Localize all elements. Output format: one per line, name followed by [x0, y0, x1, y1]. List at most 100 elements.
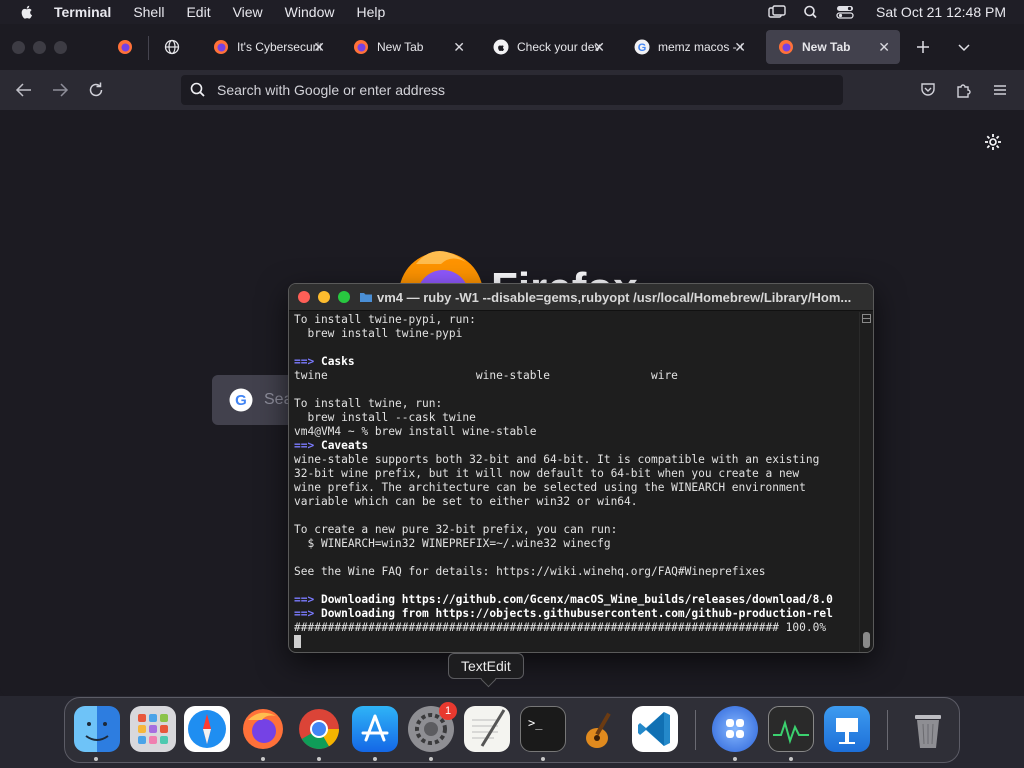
- menu-bar: Terminal Shell Edit View Window Help Sat…: [0, 0, 1024, 24]
- dock-textedit-icon[interactable]: [464, 706, 510, 752]
- dock-utm-icon[interactable]: [712, 706, 758, 752]
- dock-vscode-icon[interactable]: [632, 706, 678, 752]
- spotlight-search-icon[interactable]: [802, 5, 820, 19]
- scrollbar-thumb[interactable]: [863, 632, 870, 648]
- arrow-prefix: ==>: [294, 439, 321, 452]
- running-indicator: [789, 757, 793, 761]
- dock-chrome-icon[interactable]: [296, 706, 342, 752]
- terminal-title-bar[interactable]: vm4 — ruby -W1 --disable=gems,rubyopt /u…: [289, 284, 873, 311]
- terminal-prompt-line: [294, 635, 854, 650]
- terminal-line: To create a new pure 32-bit prefix, you …: [294, 523, 618, 536]
- terminal-line: twine wine-stable wire: [294, 369, 678, 382]
- terminal-zoom-button[interactable]: [338, 291, 350, 303]
- dock-tooltip: TextEdit: [448, 653, 524, 679]
- gear-icon[interactable]: [983, 132, 1003, 152]
- hamburger-menu-icon[interactable]: [991, 81, 1009, 99]
- close-tab-icon[interactable]: ✕: [313, 39, 325, 56]
- screen-mirroring-icon[interactable]: [768, 5, 786, 19]
- dock-firefox-icon[interactable]: [240, 706, 286, 752]
- terminal-line: 32-bit wine prefix, but it will now defa…: [294, 467, 800, 480]
- tab-divider: [148, 36, 149, 60]
- dock-separator: [695, 710, 696, 750]
- close-tab-icon[interactable]: ✕: [878, 39, 890, 56]
- terminal-minimize-button[interactable]: [318, 291, 330, 303]
- terminal-output[interactable]: To install twine-pypi, run: brew install…: [294, 313, 854, 651]
- list-all-tabs-chevron-icon[interactable]: [956, 39, 972, 55]
- section-heading: Casks: [320, 355, 355, 368]
- svg-text:>_: >_: [528, 716, 543, 730]
- tab-new-tab-active[interactable]: New Tab ✕: [766, 30, 900, 64]
- text-cursor: [294, 635, 301, 648]
- tab-memz-macos[interactable]: G memz macos - Google ✕: [622, 30, 756, 64]
- back-arrow-icon[interactable]: [14, 80, 34, 100]
- zoom-window-button[interactable]: [54, 41, 67, 54]
- close-tab-icon[interactable]: ✕: [453, 39, 465, 56]
- tab-strip: It's Cybersecurity ✕ New Tab ✕ Check you…: [0, 24, 1024, 70]
- firefox-icon: [214, 40, 228, 54]
- dock-activity-monitor-icon[interactable]: [768, 706, 814, 752]
- terminal-scrollbar[interactable]: [859, 312, 872, 652]
- globe-icon: [164, 39, 180, 55]
- arrow-prefix: ==>: [294, 355, 321, 368]
- dock-safari-icon[interactable]: [184, 706, 230, 752]
- menu-window[interactable]: Window: [285, 4, 335, 20]
- pocket-icon[interactable]: [919, 81, 937, 99]
- menu-help[interactable]: Help: [356, 4, 385, 20]
- close-tab-icon[interactable]: ✕: [593, 39, 605, 56]
- tab-title: It's Cybersecurity: [237, 40, 321, 54]
- dock-app-store-icon[interactable]: [352, 706, 398, 752]
- scroll-split-icon[interactable]: [862, 314, 871, 323]
- terminal-close-button[interactable]: [298, 291, 310, 303]
- pinned-tab-globe[interactable]: [157, 32, 187, 62]
- running-indicator: [373, 757, 377, 761]
- svg-text:G: G: [638, 42, 647, 54]
- tab-new-tab[interactable]: New Tab ✕: [341, 30, 475, 64]
- address-bar[interactable]: [181, 75, 843, 105]
- google-icon: G: [229, 388, 253, 412]
- dock-launchpad-icon[interactable]: [130, 706, 176, 752]
- tab-cybersecurity[interactable]: It's Cybersecurity ✕: [201, 30, 335, 64]
- running-indicator: [429, 757, 433, 761]
- terminal-line: wine prefix. The architecture can be sel…: [294, 481, 806, 494]
- apple-menu-icon[interactable]: [19, 4, 35, 20]
- menubar-clock[interactable]: Sat Oct 21 12:48 PM: [876, 4, 1006, 20]
- new-tab-plus-icon[interactable]: [915, 39, 931, 55]
- menu-shell[interactable]: Shell: [133, 4, 164, 20]
- reload-icon[interactable]: [86, 80, 106, 100]
- terminal-line: ==> Downloading https://github.com/Gcenx…: [294, 593, 854, 607]
- section-heading: Downloading https://github.com/Gcenx/mac…: [320, 593, 833, 606]
- terminal-line: To install twine, run:: [294, 397, 443, 410]
- tab-title: Check your device: [517, 40, 601, 54]
- minimize-window-button[interactable]: [33, 41, 46, 54]
- close-window-button[interactable]: [12, 41, 25, 54]
- url-input[interactable]: [217, 82, 817, 98]
- extensions-puzzle-icon[interactable]: [955, 81, 973, 99]
- terminal-line: brew install --cask twine: [294, 411, 476, 424]
- terminal-line: wine-stable supports both 32-bit and 64-…: [294, 453, 820, 466]
- dock-garageband-icon[interactable]: [577, 706, 623, 752]
- tab-title: New Tab: [377, 40, 424, 54]
- terminal-line: See the Wine FAQ for details: https://wi…: [294, 565, 766, 578]
- dock-trash-icon[interactable]: [905, 706, 951, 752]
- menu-edit[interactable]: Edit: [186, 4, 210, 20]
- terminal-window[interactable]: vm4 — ruby -W1 --disable=gems,rubyopt /u…: [288, 283, 874, 653]
- firefox-icon: [354, 40, 368, 54]
- dock-finder-icon[interactable]: [74, 706, 120, 752]
- tab-check-device[interactable]: Check your device ✕: [481, 30, 615, 64]
- dock-keynote-icon[interactable]: [824, 706, 870, 752]
- forward-arrow-icon[interactable]: [50, 80, 70, 100]
- menu-app-name[interactable]: Terminal: [54, 4, 111, 20]
- control-center-icon[interactable]: [836, 5, 854, 19]
- window-controls: [12, 41, 67, 54]
- firefox-icon: [779, 40, 793, 54]
- close-tab-icon[interactable]: ✕: [734, 39, 746, 56]
- pinned-tab-firefox[interactable]: [110, 32, 140, 62]
- menu-view[interactable]: View: [233, 4, 263, 20]
- dock-separator: [887, 710, 888, 750]
- dock-terminal-icon[interactable]: >_: [520, 706, 566, 752]
- running-indicator: [317, 757, 321, 761]
